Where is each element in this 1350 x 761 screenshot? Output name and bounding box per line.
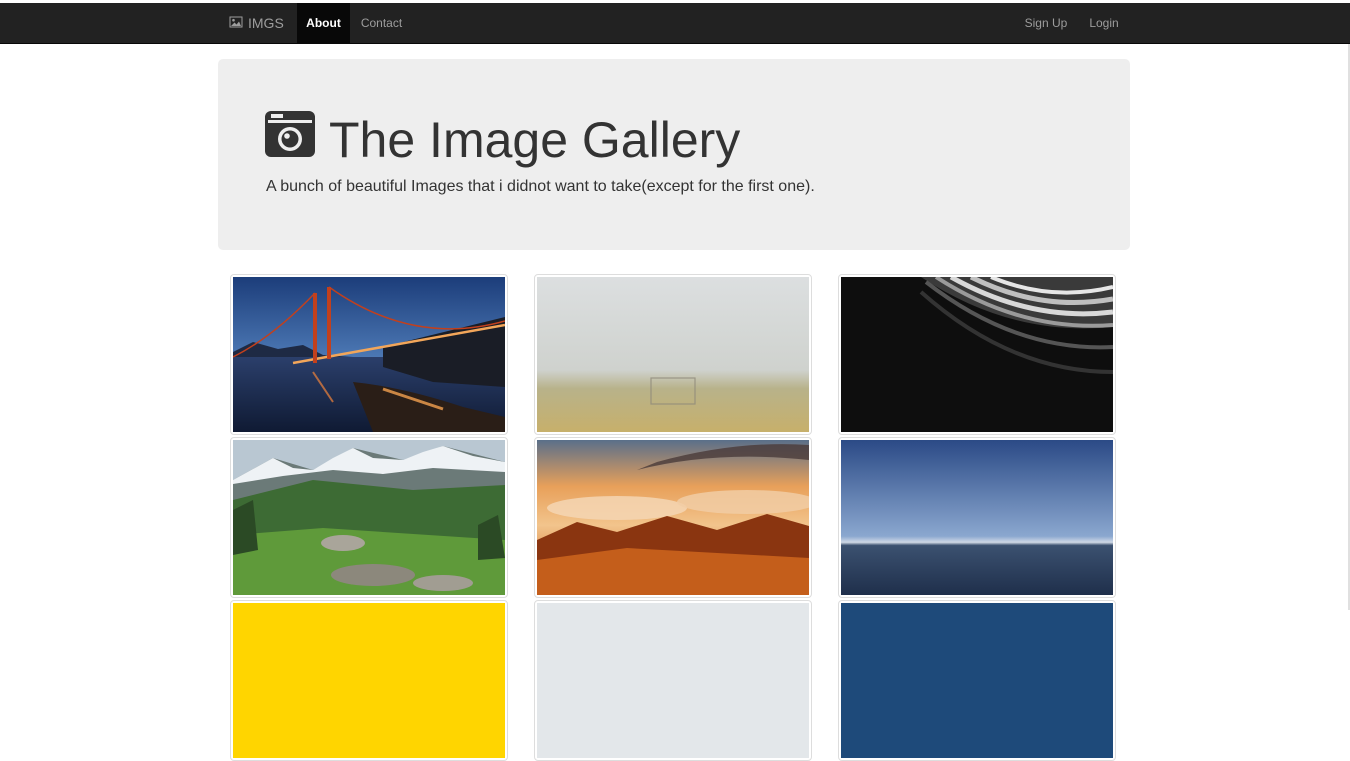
- blue-image: [841, 603, 1113, 758]
- page-title: The Image Gallery: [265, 111, 740, 169]
- light-image: [537, 603, 809, 758]
- gallery-thumbnail[interactable]: [534, 437, 812, 598]
- gallery-thumbnail[interactable]: [230, 274, 508, 435]
- picture-icon: [229, 15, 243, 31]
- nav-about[interactable]: About: [297, 3, 350, 43]
- jumbotron: The Image Gallery A bunch of beautiful I…: [218, 59, 1130, 250]
- sunset-mountains-image: [537, 440, 809, 595]
- gallery-thumbnail[interactable]: [230, 437, 508, 598]
- brand-name: IMGS: [248, 15, 284, 31]
- page-title-text: The Image Gallery: [329, 112, 741, 168]
- gallery-thumbnail[interactable]: [230, 600, 508, 761]
- nav-login[interactable]: Login: [1078, 3, 1130, 43]
- gallery-thumbnail[interactable]: [838, 437, 1116, 598]
- navbar: IMGS About Contact Sign Up Login: [0, 3, 1350, 44]
- golden-gate-bridge-image: [233, 277, 505, 432]
- gallery-thumbnail[interactable]: [838, 600, 1116, 761]
- gallery-thumbnail[interactable]: [534, 600, 812, 761]
- yellow-image: [233, 603, 505, 758]
- green-mountains-image: [233, 440, 505, 595]
- gallery-thumbnail[interactable]: [534, 274, 812, 435]
- camera-icon: [265, 111, 315, 169]
- sea-horizon-image: [841, 440, 1113, 595]
- brand-link[interactable]: IMGS: [229, 3, 284, 43]
- page-subtitle: A bunch of beautiful Images that i didno…: [266, 178, 815, 195]
- nav-contact[interactable]: Contact: [350, 3, 413, 43]
- nav-sign-up[interactable]: Sign Up: [1014, 3, 1078, 43]
- gallery-thumbnail[interactable]: [838, 274, 1116, 435]
- foggy-field-image: [537, 277, 809, 432]
- abstract-architecture-image: [841, 277, 1113, 432]
